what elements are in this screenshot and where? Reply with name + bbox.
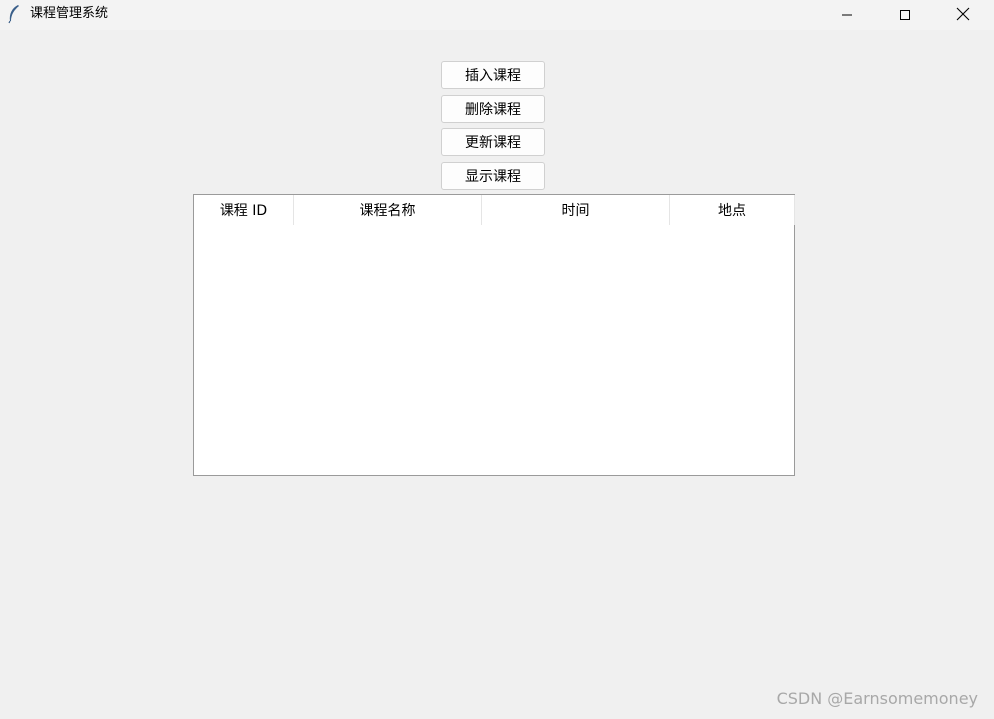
feather-icon <box>6 4 22 24</box>
minimize-icon <box>841 6 853 25</box>
column-header-location[interactable]: 地点 <box>670 195 795 225</box>
show-courses-button[interactable]: 显示课程 <box>441 162 545 190</box>
column-header-course-name[interactable]: 课程名称 <box>294 195 482 225</box>
app-window: 课程管理系统 插入课程 删除课程 更新课程 显示课程 课程 ID 课程名称 时间… <box>0 0 994 719</box>
table-header: 课程 ID 课程名称 时间 地点 <box>194 195 795 225</box>
close-button[interactable] <box>934 0 992 30</box>
delete-course-button[interactable]: 删除课程 <box>441 95 545 123</box>
watermark: CSDN @Earnsomemoney <box>776 689 978 708</box>
title-bar[interactable]: 课程管理系统 <box>0 0 994 30</box>
close-icon <box>956 6 970 25</box>
column-header-time[interactable]: 时间 <box>482 195 670 225</box>
insert-course-button[interactable]: 插入课程 <box>441 61 545 89</box>
course-table[interactable]: 课程 ID 课程名称 时间 地点 <box>193 194 795 476</box>
maximize-button[interactable] <box>876 0 934 30</box>
window-title: 课程管理系统 <box>30 6 109 21</box>
column-header-course-id[interactable]: 课程 ID <box>194 195 294 225</box>
minimize-button[interactable] <box>818 0 876 30</box>
maximize-icon <box>899 6 911 25</box>
update-course-button[interactable]: 更新课程 <box>441 128 545 156</box>
